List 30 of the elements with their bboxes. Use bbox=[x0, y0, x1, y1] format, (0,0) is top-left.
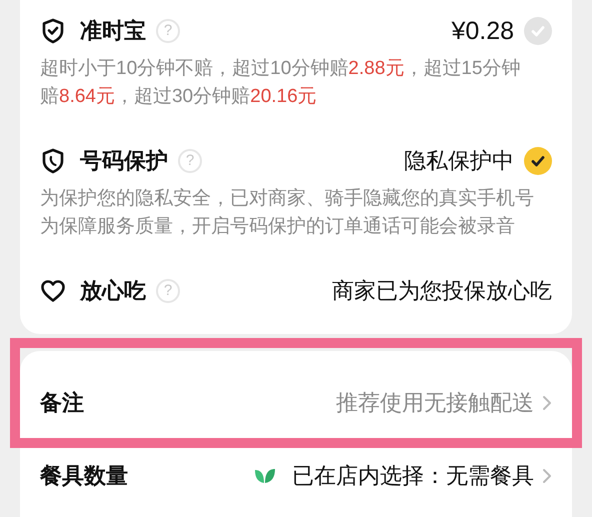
help-icon[interactable]: ? bbox=[178, 149, 202, 173]
chevron-right-icon[interactable] bbox=[542, 394, 552, 410]
service-value: ¥0.28 bbox=[451, 16, 514, 47]
description-text: 为保护您的隐私安全，已对商家、骑手隐藏您的真实手机号 bbox=[40, 188, 534, 209]
shield-check-icon bbox=[41, 18, 65, 44]
option-label: 餐具数量 bbox=[40, 462, 128, 490]
compensation-amount: 2.88元 bbox=[348, 58, 404, 79]
chevron-right-icon[interactable] bbox=[542, 468, 552, 484]
service-title: 准时宝 bbox=[80, 17, 146, 45]
service-title: 号码保护 bbox=[80, 147, 168, 175]
service-title: 放心吃 bbox=[80, 277, 146, 305]
description-text: 为保障服务质量，开启号码保护的订单通话可能会被录音 bbox=[40, 216, 515, 237]
option-value[interactable]: 已在店内选择：无需餐具 bbox=[292, 460, 534, 490]
check-icon[interactable] bbox=[524, 17, 552, 45]
leaf-icon bbox=[254, 466, 276, 484]
check-icon[interactable] bbox=[524, 147, 552, 175]
description-text: 超时小于10分钟不赔，超过10分钟赔 bbox=[40, 58, 348, 79]
heart-icon bbox=[40, 279, 66, 303]
service-value: 商家已为您投保放心吃 bbox=[332, 277, 552, 305]
option-label: 备注 bbox=[40, 388, 84, 416]
description-text: ，超过30分钟赔 bbox=[114, 86, 250, 107]
description-text: ，超过15分钟 bbox=[404, 58, 520, 79]
help-icon[interactable]: ? bbox=[156, 19, 180, 43]
service-value: 隐私保护中 bbox=[404, 147, 514, 175]
compensation-amount: 20.16元 bbox=[250, 86, 317, 107]
shield-phone-icon bbox=[41, 148, 65, 174]
description-text: 赔 bbox=[40, 86, 59, 107]
option-value[interactable]: 推荐使用无接触配送 bbox=[336, 388, 534, 418]
help-icon[interactable]: ? bbox=[156, 279, 180, 303]
compensation-amount: 8.64元 bbox=[59, 86, 115, 107]
